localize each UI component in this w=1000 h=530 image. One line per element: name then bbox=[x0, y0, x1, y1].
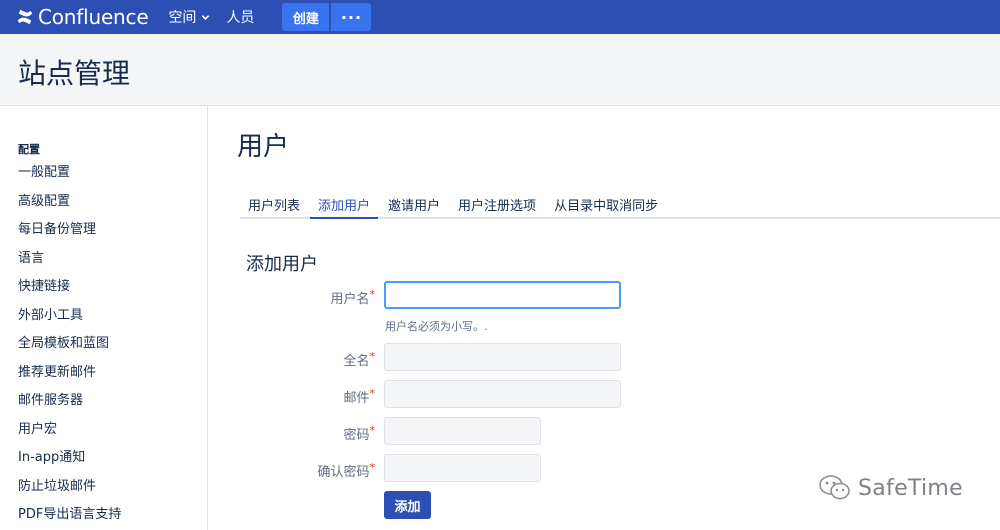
fullname-field[interactable] bbox=[384, 343, 621, 371]
confirm-password-field[interactable] bbox=[384, 454, 541, 482]
sidebar-item[interactable]: 推荐更新邮件 bbox=[18, 363, 121, 392]
sidebar-item[interactable]: 语言 bbox=[18, 249, 121, 278]
sidebar-item[interactable]: 用户宏 bbox=[18, 420, 121, 449]
required-marker: * bbox=[369, 350, 376, 363]
top-navigation-bar: Confluence 空间 人员 创建 ··· bbox=[0, 0, 1000, 34]
required-marker: * bbox=[369, 387, 376, 400]
chevron-down-icon bbox=[202, 14, 210, 20]
fullname-label-text: 全名 bbox=[343, 354, 370, 369]
spaces-label: 空间 bbox=[168, 10, 197, 26]
email-label-text: 邮件 bbox=[343, 391, 370, 406]
sidebar-item[interactable]: PDF导出语言支持 bbox=[18, 505, 121, 530]
tab-unsync-directory[interactable]: 从目录中取消同步 bbox=[546, 190, 666, 219]
sidebar-list: 一般配置 高级配置 每日备份管理 语言 快捷链接 外部小工具 全局模板和蓝图 推… bbox=[18, 163, 121, 530]
spaces-menu[interactable]: 空间 bbox=[168, 7, 210, 27]
sidebar-item[interactable]: 全局模板和蓝图 bbox=[18, 334, 121, 363]
page-title: 站点管理 bbox=[18, 57, 131, 90]
email-field[interactable] bbox=[384, 380, 621, 408]
sidebar-item[interactable]: 防止垃圾邮件 bbox=[18, 477, 121, 506]
password-label-text: 密码 bbox=[343, 428, 370, 443]
sidebar-item[interactable]: 快捷链接 bbox=[18, 277, 121, 306]
admin-sidebar: 配置 一般配置 高级配置 每日备份管理 语言 快捷链接 外部小工具 全局模板和蓝… bbox=[0, 106, 208, 530]
add-user-button[interactable]: 添加 bbox=[384, 491, 431, 519]
create-button[interactable]: 创建 bbox=[282, 3, 330, 31]
user-tabs: 用户列表 添加用户 邀请用户 用户注册选项 从目录中取消同步 bbox=[240, 190, 1000, 219]
sidebar-item[interactable]: 一般配置 bbox=[18, 163, 121, 192]
username-hint: 用户名必须为小写。. bbox=[385, 320, 488, 333]
tab-add-user[interactable]: 添加用户 bbox=[310, 190, 379, 219]
sidebar-item[interactable]: In-app通知 bbox=[18, 448, 121, 477]
password-label: 密码* bbox=[255, 424, 375, 443]
username-field[interactable] bbox=[384, 281, 621, 309]
required-marker: * bbox=[369, 424, 376, 437]
sidebar-item[interactable]: 每日备份管理 bbox=[18, 220, 121, 249]
confluence-logo[interactable]: Confluence bbox=[16, 5, 149, 29]
sidebar-item[interactable]: 邮件服务器 bbox=[18, 391, 121, 420]
tab-invite-users[interactable]: 邀请用户 bbox=[380, 190, 448, 219]
password-field[interactable] bbox=[384, 417, 541, 445]
wechat-icon bbox=[819, 475, 850, 500]
watermark: SafeTime bbox=[818, 474, 963, 502]
fullname-label: 全名* bbox=[255, 350, 375, 369]
sidebar-heading: 配置 bbox=[18, 143, 40, 156]
tab-user-list[interactable]: 用户列表 bbox=[240, 190, 308, 219]
people-link[interactable]: 人员 bbox=[226, 7, 254, 27]
users-title: 用户 bbox=[237, 132, 290, 162]
confluence-logo-icon bbox=[17, 9, 33, 25]
logo-text: Confluence bbox=[38, 5, 149, 29]
username-label-text: 用户名 bbox=[330, 292, 370, 307]
tab-signup-options[interactable]: 用户注册选项 bbox=[450, 190, 544, 219]
email-label: 邮件* bbox=[255, 387, 375, 406]
add-user-heading: 添加用户 bbox=[246, 254, 318, 275]
people-label: 人员 bbox=[226, 10, 255, 26]
watermark-text: SafeTime bbox=[858, 475, 963, 501]
sidebar-item[interactable]: 外部小工具 bbox=[18, 306, 121, 335]
username-label: 用户名* bbox=[255, 288, 375, 307]
required-marker: * bbox=[369, 288, 376, 301]
more-create-button[interactable]: ··· bbox=[331, 3, 372, 31]
confirm-label-text: 确认密码 bbox=[317, 465, 370, 480]
required-marker: * bbox=[369, 461, 376, 474]
confirm-password-label: 确认密码* bbox=[255, 461, 375, 480]
sidebar-item[interactable]: 高级配置 bbox=[18, 192, 121, 221]
page-header: 站点管理 bbox=[0, 34, 1000, 106]
